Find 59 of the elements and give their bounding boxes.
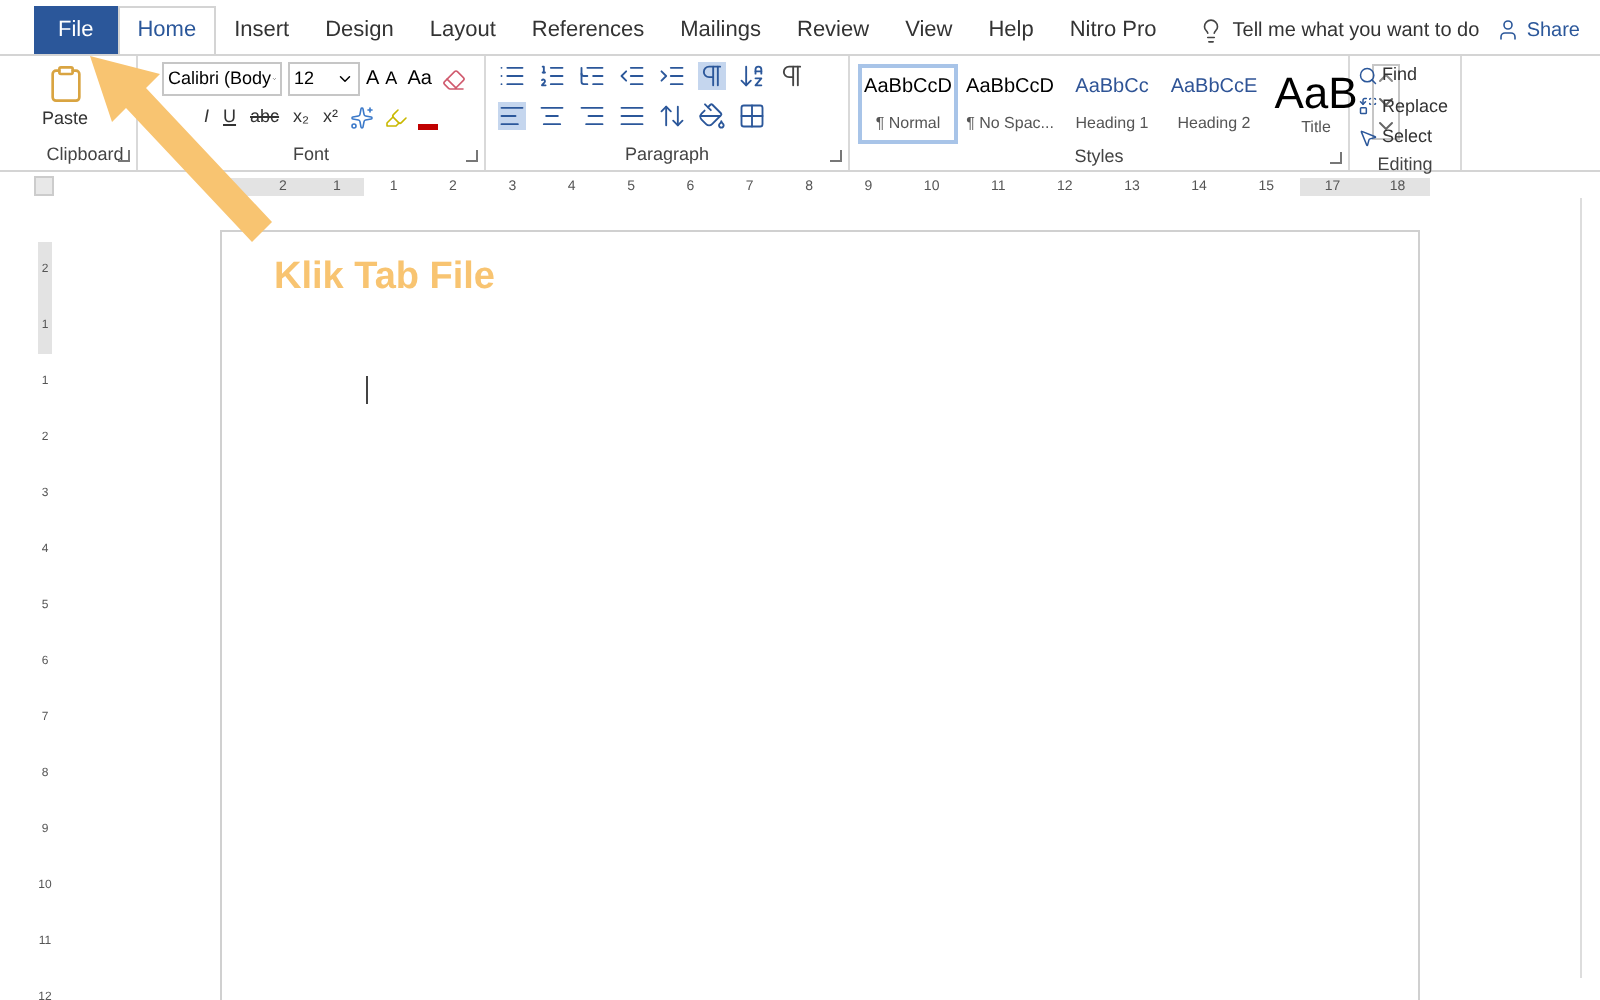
format-button[interactable]: I [202,104,212,131]
select-icon [1358,127,1378,148]
style-gallery-item[interactable]: AaBbCcD ¶ Normal [858,64,958,144]
format-button[interactable]: x₂ [291,104,312,131]
align-left-icon[interactable] [498,102,526,130]
share-button[interactable]: Share [1496,6,1580,54]
borders-icon[interactable] [738,102,766,130]
ribbon-tab[interactable]: Nitro Pro [1051,6,1175,54]
ribbon-tab[interactable]: Layout [411,6,514,54]
group-label: Clipboard [46,142,124,169]
align-center-icon[interactable] [538,102,566,130]
group-label: Editing [1377,151,1433,178]
group-label: Paragraph [624,142,710,169]
group-label: Styles [1074,144,1124,170]
ribbon-tab[interactable]: Help [970,6,1052,54]
change-case-button[interactable]: Aa [407,64,432,94]
justify-icon[interactable] [618,102,646,130]
ribbon-tab[interactable]: View [887,6,971,54]
clipboard-icon [45,62,85,106]
increase-indent-icon[interactable] [658,62,686,90]
style-gallery-item[interactable]: AaBbCcD ¶ No Spac... [960,64,1060,144]
dropdown-icon [336,70,354,88]
ribbon-tab[interactable]: Mailings [662,6,779,54]
pilcrow-icon[interactable] [778,62,806,90]
ribbon-tab[interactable]: Review [779,6,888,54]
text-effects-icon[interactable] [350,105,375,130]
dialog-launcher-icon[interactable] [466,150,478,162]
person-icon [1496,18,1521,42]
ribbon-tab[interactable]: Design [307,6,412,54]
find-icon [1358,65,1378,86]
file-tab[interactable]: File [34,6,118,54]
font-size-field[interactable]: 12 [288,62,360,96]
tell-me-search[interactable]: Tell me what you want to do [1232,15,1480,45]
shrink-font-button[interactable]: A [385,65,398,93]
shading-icon[interactable] [698,102,726,130]
paste-button[interactable]: Paste [42,62,89,142]
group-label: Font [292,142,329,169]
text-direction-icon[interactable] [698,62,726,90]
ribbon-tab[interactable]: Insert [216,6,308,54]
format-button[interactable]: x² [321,104,341,131]
style-gallery-item[interactable]: AaBbCcE Heading 2 [1164,64,1264,144]
dialog-launcher-icon[interactable] [1330,151,1342,164]
decrease-indent-icon[interactable] [618,62,646,90]
grow-font-button[interactable]: A [366,64,380,94]
ribbon-tab[interactable]: Home [117,6,217,54]
text-cursor [366,376,368,404]
style-gallery-item[interactable]: AaBbCc Heading 1 [1062,64,1162,144]
font-name-field[interactable]: Calibri (Body [162,62,282,96]
line-spacing-icon[interactable] [658,102,686,130]
align-right-icon[interactable] [578,102,606,130]
sort-icon[interactable] [738,62,766,90]
dialog-launcher-icon[interactable] [830,150,842,162]
numbering-icon[interactable] [538,62,566,90]
annotation-text: Klik Tab File [274,254,496,302]
format-button[interactable]: U [221,104,239,131]
ribbon-tab[interactable]: References [513,6,663,54]
multilevel-list-icon[interactable] [578,62,606,90]
format-button[interactable]: abc [248,104,282,131]
eraser-icon[interactable] [441,67,466,91]
